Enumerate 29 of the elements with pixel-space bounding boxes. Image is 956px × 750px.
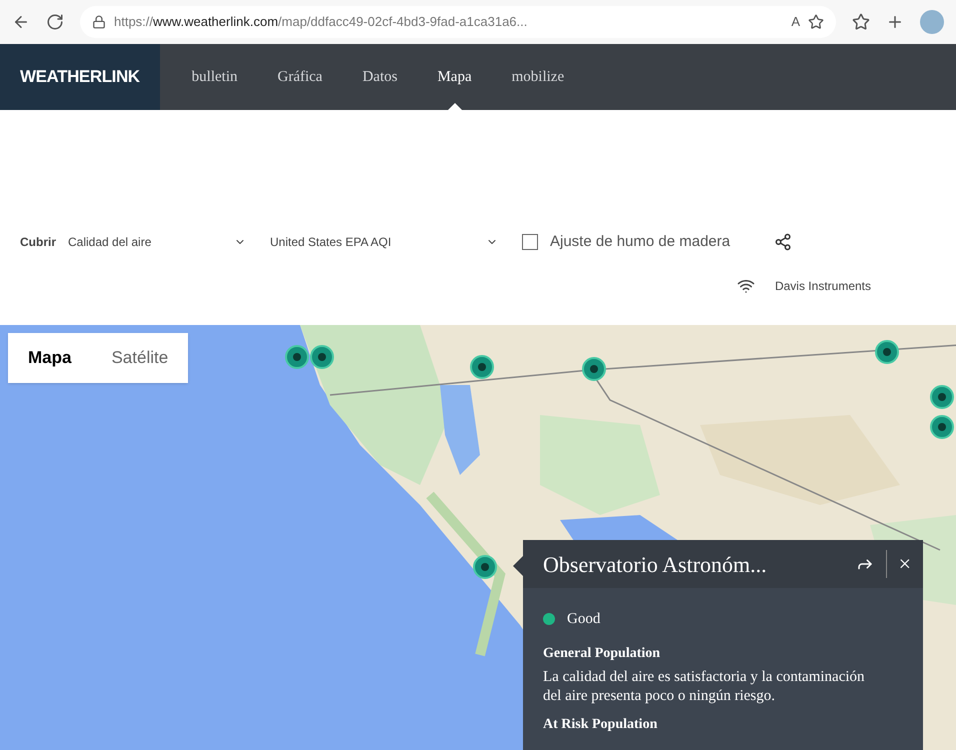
nav-tab[interactable]: mobilize [496,44,580,110]
section-heading: At Risk Population [543,716,658,734]
address-bar[interactable]: https://www.weatherlink.com/map/ddfacc49-02cf-4bd3-9fad-a1ca31a6... A [80,6,836,38]
back-icon[interactable] [12,13,30,31]
reload-icon[interactable] [46,13,64,31]
lock-icon [92,15,106,29]
share-icon[interactable] [774,232,792,251]
popup-title: Observatorio Astronóm... [543,550,767,578]
provider-text: Davis Instruments [774,278,871,295]
read-aloud-button[interactable]: A [791,12,800,32]
map-type-tab[interactable]: Satélite [91,333,188,382]
status-label: Good [567,610,600,629]
overlay-label: Cubrir [20,234,56,251]
map-type-tab[interactable]: Mapa [8,333,92,382]
overlay-select[interactable]: Calidad del aire [68,232,258,251]
close-button[interactable]: × [898,553,911,575]
wifi-icon [736,277,755,295]
url-text: https://www.weatherlink.com/map/ddfacc49-02cf-4bd3-9fad-a1ca31a6... [114,13,528,32]
nav-tab[interactable]: Gráfica [262,44,338,110]
favorite-icon[interactable] [808,14,824,30]
wood-smoke-checkbox[interactable]: Ajuste de humo de madera [522,230,730,253]
nav-tab[interactable]: Mapa [421,44,488,110]
nav-tab[interactable]: Datos [346,44,414,110]
nav-tab[interactable]: bulletin [176,44,254,110]
section-text: La calidad del aire es satisfactoria y la contaminación del aire presenta poco o ningún riesgo. [543,668,866,706]
logo[interactable]: WEATHERLINK [0,44,160,110]
favorites-icon[interactable] [852,13,870,31]
section-heading: General Population [543,644,662,662]
index-select[interactable]: United States EPA AQI [270,232,510,251]
